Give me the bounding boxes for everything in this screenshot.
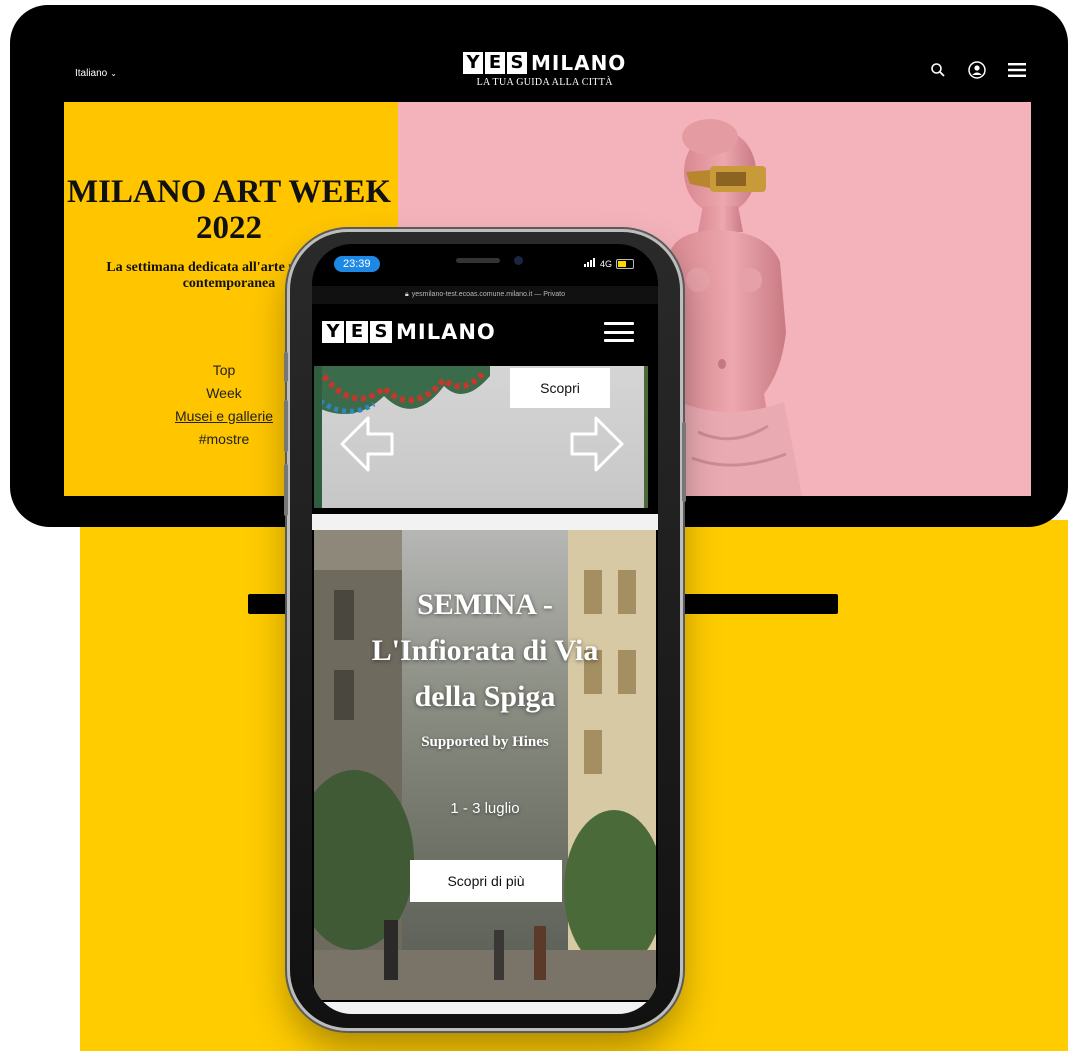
yes-letter: E — [346, 321, 368, 343]
status-time: 23:39 — [334, 256, 380, 272]
chevron-down-icon: ⌄ — [110, 69, 117, 78]
camera-icon — [514, 256, 523, 265]
event-title: SEMINA - L'Infiorata di Via della Spiga — [314, 582, 656, 720]
event-hero-banner: SEMINA - L'Infiorata di Via della Spiga … — [314, 530, 656, 1000]
yes-letter: E — [485, 52, 505, 74]
art-week-links: Top Week Musei e gallerie #mostre — [144, 359, 304, 451]
network-type: 4G — [599, 258, 612, 269]
phone-screen: 23:39 4G 🔒︎ yesmilano-test.ecoas.comune.m… — [312, 244, 658, 1014]
yes-letter: Y — [322, 321, 344, 343]
section-divider — [312, 514, 658, 530]
url-text: yesmilano-test.ecoas.comune.milano.it — … — [411, 291, 566, 298]
event-date: 1 - 3 luglio — [450, 800, 520, 817]
language-selector[interactable]: Italiano ⌄ — [75, 68, 117, 79]
event-title-line: della Spiga — [414, 680, 556, 713]
yes-logo-mark: Y E S — [463, 52, 527, 74]
lock-icon: 🔒︎ — [404, 291, 409, 298]
notch-speaker — [456, 258, 500, 263]
event-title-line: SEMINA - — [417, 588, 553, 621]
status-indicators: 4G — [583, 258, 634, 269]
signal-icon — [583, 258, 596, 269]
logo-word: MILANO — [531, 51, 627, 75]
phone-bottom-bar — [312, 1002, 658, 1014]
phone-volume-down — [284, 464, 288, 516]
scopri-button[interactable]: Scopri — [510, 368, 610, 408]
language-label: Italiano — [75, 68, 108, 79]
phone-volume-up — [284, 400, 288, 452]
phone-silent-switch — [284, 352, 288, 382]
yes-letter: S — [370, 321, 392, 343]
phone-power-button — [682, 422, 686, 502]
scopri-di-piu-button[interactable]: Scopri di più — [410, 860, 562, 902]
hamburger-menu-icon[interactable] — [604, 322, 634, 342]
phone-mockup: 23:39 4G 🔒︎ yesmilano-test.ecoas.comune.m… — [284, 232, 686, 1028]
yes-logo-mark: Y E S — [322, 321, 392, 343]
link-week[interactable]: Week — [144, 382, 304, 405]
logo-word: MILANO — [396, 320, 496, 344]
search-icon[interactable] — [930, 62, 946, 78]
logo-tagline: LA TUA GUIDA ALLA CITTÀ — [476, 77, 613, 88]
carousel-next-arrow-icon[interactable] — [570, 414, 626, 479]
header-icons — [930, 61, 1026, 79]
desktop-header: Italiano ⌄ Y E S MILANO LA TUA GUIDA ALLA… — [10, 5, 1068, 101]
menu-icon[interactable] — [1008, 63, 1026, 77]
phone-notch — [390, 244, 580, 280]
carousel-prev-arrow-icon[interactable] — [338, 414, 394, 479]
browser-url-bar[interactable]: 🔒︎ yesmilano-test.ecoas.comune.milano.it … — [312, 286, 658, 304]
phone-site-header: Y E S MILANO — [312, 304, 658, 360]
yes-letter: Y — [463, 52, 483, 74]
link-top[interactable]: Top — [144, 359, 304, 382]
event-title-line: L'Infiorata di Via — [371, 634, 599, 667]
phone-logo[interactable]: Y E S MILANO — [322, 320, 496, 344]
desktop-logo[interactable]: Y E S MILANO LA TUA GUIDA ALLA CITTÀ — [463, 51, 626, 88]
event-sponsor: Supported by Hines — [421, 734, 549, 750]
link-mostre[interactable]: #mostre — [144, 428, 304, 451]
flower-carousel: Scopri — [314, 366, 648, 508]
yes-letter: S — [507, 52, 527, 74]
link-musei-gallerie[interactable]: Musei e gallerie — [144, 405, 304, 428]
user-icon[interactable] — [968, 61, 986, 79]
battery-icon — [616, 258, 634, 269]
